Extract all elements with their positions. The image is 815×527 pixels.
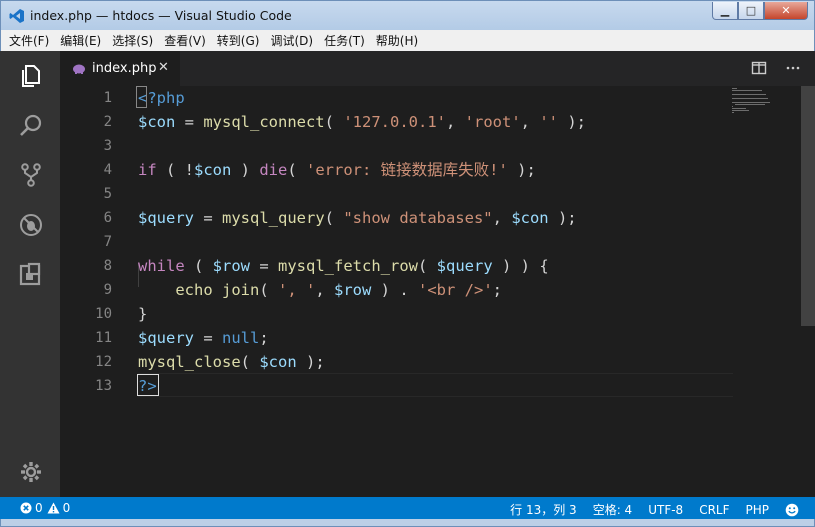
cursor-position[interactable]: 行 13，列 3 [510,501,577,518]
language-mode[interactable]: PHP [746,503,770,517]
warning-count[interactable]: 0 [63,501,71,515]
line-number: 8 [103,258,112,274]
error-count[interactable]: 0 [35,501,43,515]
code-line-4: if ( !$con ) die( 'error: 链接数据库失败!' ); [138,161,536,179]
code-line-10: } [138,305,148,323]
bracket-match-box [136,86,147,108]
tab-close-icon[interactable]: ✕ [158,60,169,75]
menu-tasks[interactable]: 任务(T) [324,32,365,49]
feedback-smiley-icon[interactable] [785,503,799,517]
text-cursor [137,374,159,396]
current-line-highlight [138,373,733,397]
line-number: 11 [95,330,112,346]
activity-bar [0,51,60,497]
php-elephant-icon [73,64,85,74]
window-bottom-frame [0,519,815,527]
line-number: 5 [103,186,112,202]
window-title: index.php — htdocs — Visual Studio Code [30,8,292,23]
status-bar: 0 0 行 13，列 3 空格: 4 UTF-8 CRLF PHP [0,497,815,519]
tab-label: index.php [92,61,157,76]
end-of-line[interactable]: CRLF [699,503,729,517]
menu-view[interactable]: 查看(V) [164,32,206,49]
debug-icon[interactable] [18,212,44,238]
line-number: 10 [95,306,112,322]
code-line-8: while ( $row = mysql_fetch_row( $query )… [138,257,549,275]
menu-help[interactable]: 帮助(H) [376,32,418,49]
search-icon[interactable] [18,113,44,139]
gear-icon[interactable] [18,459,44,485]
minimap[interactable] [732,86,792,146]
indentation-setting[interactable]: 空格: 4 [593,501,633,518]
split-editor-icon[interactable] [751,60,767,76]
line-number: 3 [103,138,112,154]
line-number: 7 [103,234,112,250]
minimize-button[interactable]: ▁ [712,2,738,20]
window-title-bar: index.php — htdocs — Visual Studio Code … [0,0,815,30]
code-line-11: $query = null; [138,329,269,347]
more-actions-icon[interactable] [785,60,801,76]
tab-bar: index.php ✕ [60,51,815,86]
vertical-scrollbar[interactable] [801,86,815,497]
vscode-logo-icon [9,9,24,23]
files-icon[interactable] [18,63,44,89]
warning-icon[interactable] [47,502,60,514]
line-number-gutter: 1 2 3 4 5 6 7 8 9 10 11 12 13 [60,86,120,497]
line-number: 2 [103,114,112,130]
code-editor[interactable]: 1 2 3 4 5 6 7 8 9 10 11 12 13 <?php $con… [60,86,815,497]
code-line-2: $con = mysql_connect( '127.0.0.1', 'root… [138,113,586,131]
line-number: 9 [103,282,112,298]
menu-selection[interactable]: 选择(S) [112,32,153,49]
code-line-6: $query = mysql_query( "show databases", … [138,209,577,227]
line-number: 4 [103,162,112,178]
menu-go[interactable]: 转到(G) [217,32,260,49]
line-number: 13 [95,378,112,394]
code-area[interactable]: <?php $con = mysql_connect( '127.0.0.1',… [136,86,738,497]
file-encoding[interactable]: UTF-8 [648,503,683,517]
menu-edit[interactable]: 编辑(E) [60,32,101,49]
menu-bar: 文件(F) 编辑(E) 选择(S) 查看(V) 转到(G) 调试(D) 任务(T… [0,30,815,51]
line-number: 1 [103,90,112,106]
source-control-icon[interactable] [18,162,44,188]
line-number: 6 [103,210,112,226]
code-line-9: echo join( ', ', $row ) . '<br />'; [175,281,502,299]
error-icon[interactable] [20,502,32,514]
maximize-button[interactable]: □ [738,2,764,20]
menu-file[interactable]: 文件(F) [9,32,49,49]
code-line-12: mysql_close( $con ); [138,353,325,371]
line-number: 12 [95,354,112,370]
close-button[interactable]: ✕ [764,2,808,20]
tab-index-php[interactable]: index.php ✕ [60,51,180,86]
extensions-icon[interactable] [18,261,44,287]
scrollbar-thumb[interactable] [801,86,815,326]
menu-debug[interactable]: 调试(D) [270,32,313,49]
code-line-1: <?php [136,86,185,110]
